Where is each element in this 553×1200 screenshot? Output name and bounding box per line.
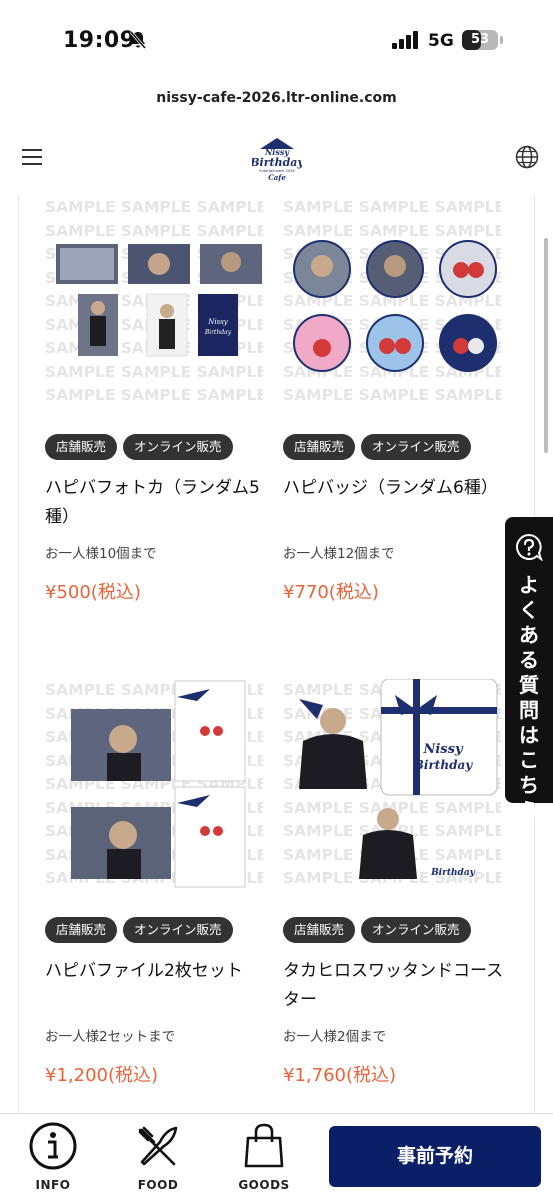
svg-text:Nissy: Nissy — [207, 318, 229, 326]
product-card[interactable]: SAMPLE SAMPLE SAMPLE SAMPLE SAMPLE SAMPLE… — [45, 196, 275, 603]
svg-text:Birthday: Birthday — [413, 758, 473, 772]
tag-store: 店舗販売 — [45, 917, 118, 943]
product-card[interactable]: SAMPLE SAMPLE SAMPLE SAMPLE SAMPLE SAMPLE… — [283, 196, 513, 603]
faq-label: よくある質問はこちら — [519, 573, 539, 822]
tag-store: 店舗販売 — [45, 434, 118, 460]
product-name[interactable]: ハピバッジ（ランダム6種） — [283, 474, 511, 503]
product-card[interactable]: SAMPLE SAMPLE SAMPLE SAMPLE SAMPLE SAMPLE… — [45, 679, 275, 1086]
sales-tags: 店舗販売 オンライン販売 — [283, 434, 477, 460]
nav-goods-label: GOODS — [238, 1178, 290, 1192]
svg-text:Nissy: Nissy — [422, 742, 463, 757]
battery-label: 53 — [470, 32, 490, 47]
purchase-limit: お一人様10個まで — [45, 546, 157, 562]
product-card[interactable]: SAMPLE SAMPLE SAMPLE SAMPLE SAMPLE SAMPLE… — [283, 679, 513, 1086]
sales-tags: 店舗販売 オンライン販売 — [45, 434, 239, 460]
status-time: 19:09 — [63, 28, 136, 53]
tag-online: オンライン販売 — [123, 434, 233, 460]
battery-tip — [500, 36, 503, 44]
purchase-limit: お一人様2セットまで — [45, 1029, 176, 1045]
tag-online: オンライン販売 — [123, 917, 233, 943]
product-name[interactable]: ハピバフォトカ（ランダム5種） — [45, 474, 273, 532]
logo-line-2: Birthday — [252, 156, 302, 169]
nav-food[interactable]: FOOD — [120, 1120, 196, 1198]
signal-icon — [392, 31, 418, 49]
logo-line-4: Cafe — [268, 173, 286, 182]
question-icon — [516, 533, 543, 561]
status-bar: 19:09 5G 53 — [0, 0, 553, 80]
product-image: SAMPLE SAMPLE SAMPLE SAMPLE SAMPLE SAMPLE… — [283, 196, 501, 414]
product-price: ¥500(税込) — [45, 582, 141, 603]
network-label: 5G — [428, 31, 454, 51]
svg-text:Birthday: Birthday — [430, 868, 476, 878]
nav-goods[interactable]: GOODS — [226, 1120, 302, 1198]
faq-tab[interactable]: よくある質問はこちら — [505, 517, 553, 822]
product-name[interactable]: ハピバファイル2枚セット — [45, 957, 273, 986]
purchase-limit: お一人様12個まで — [283, 546, 395, 562]
tag-store: 店舗販売 — [283, 434, 356, 460]
svg-text:Birthday: Birthday — [204, 329, 232, 336]
product-image: SAMPLE SAMPLE SAMPLE SAMPLE SAMPLE SAMPLE… — [45, 196, 263, 414]
clear-file-set-image — [71, 680, 246, 888]
goods-list: SAMPLE SAMPLE SAMPLE SAMPLE SAMPLE SAMPLE… — [18, 196, 535, 1116]
reserve-button[interactable]: 事前予約 — [329, 1126, 541, 1187]
product-image: SAMPLE SAMPLE SAMPLE SAMPLE SAMPLE SAMPLE… — [45, 679, 263, 897]
nav-info-label: INFO — [35, 1178, 71, 1192]
nav-info[interactable]: INFO — [15, 1120, 91, 1198]
fork-knife-icon — [138, 1126, 178, 1166]
nav-food-label: FOOD — [137, 1178, 179, 1192]
tag-store: 店舗販売 — [283, 917, 356, 943]
product-price: ¥770(税込) — [283, 582, 379, 603]
acrylic-coaster-image: Nissy Birthday Birthday — [299, 679, 498, 879]
shopping-bag-icon — [244, 1123, 284, 1168]
purchase-limit: お一人様2個まで — [283, 1029, 387, 1045]
photo-card-set-image: Nissy Birthday — [56, 244, 262, 357]
sales-tags: 店舗販売 オンライン販売 — [45, 917, 239, 943]
battery-indicator: 53 — [462, 30, 498, 50]
globe-language-icon[interactable] — [515, 145, 539, 169]
bell-slash-icon — [129, 31, 147, 49]
bottom-nav: INFO FOOD GOODS 事前予約 — [0, 1113, 553, 1200]
tag-online: オンライン販売 — [361, 917, 471, 943]
product-name[interactable]: タカヒロスワッタンドコースター — [283, 957, 511, 1015]
badge-set-image — [293, 240, 497, 372]
product-image: SAMPLE SAMPLE SAMPLE SAMPLE SAMPLE SAMPLE… — [283, 679, 501, 897]
product-price: ¥1,760(税込) — [283, 1065, 397, 1086]
info-icon — [29, 1122, 77, 1170]
page-scrollbar[interactable] — [544, 238, 548, 453]
hamburger-menu-icon[interactable] — [22, 149, 42, 165]
product-price: ¥1,200(税込) — [45, 1065, 159, 1086]
tag-online: オンライン販売 — [361, 434, 471, 460]
site-header: Nissy Birthday Entertainment 2026 Cafe — [0, 125, 553, 193]
url-bar[interactable]: nissy-cafe-2026.ltr-online.com — [0, 90, 553, 106]
site-logo[interactable]: Nissy Birthday Entertainment 2026 Cafe — [252, 135, 302, 183]
sales-tags: 店舗販売 オンライン販売 — [283, 917, 477, 943]
